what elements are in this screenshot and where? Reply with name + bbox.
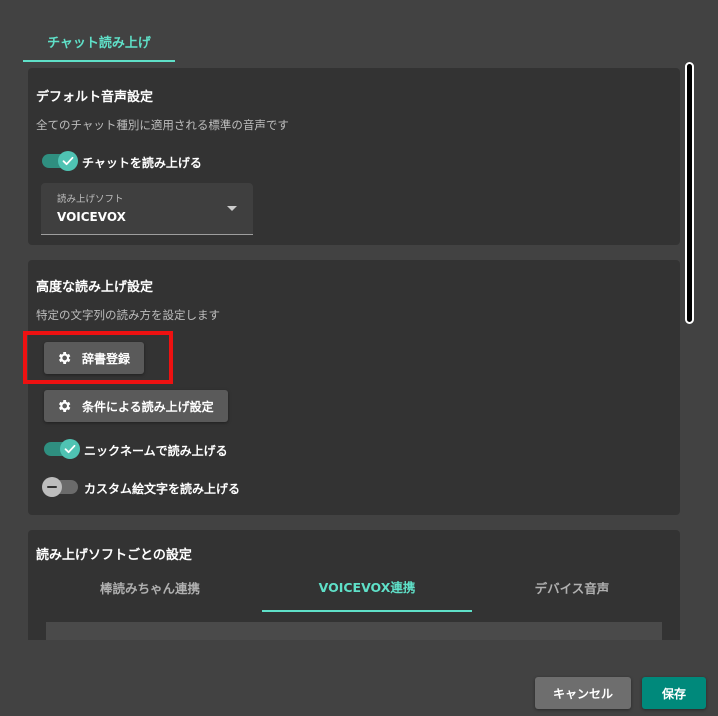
read-chat-toggle[interactable]	[40, 149, 80, 173]
per-software-title: 読み上げソフトごとの設定	[36, 548, 192, 563]
scrollbar-thumb[interactable]	[685, 62, 694, 324]
gear-icon	[56, 398, 72, 414]
voicevox-panel	[46, 622, 662, 640]
tab-voicevox[interactable]: VOICEVOX連携	[262, 562, 472, 612]
custom-emoji-toggle[interactable]	[42, 475, 82, 499]
condition-reading-button[interactable]: 条件による読み上げ設定	[44, 390, 228, 422]
advanced-reading-card: 高度な読み上げ設定 特定の文字列の読み方を設定します 辞書登録 条件による読み上…	[28, 260, 680, 515]
default-voice-description: 全てのチャット種別に適用される標準の音声です	[36, 118, 289, 132]
scrollbar[interactable]	[683, 62, 697, 640]
custom-emoji-label: カスタム絵文字を読み上げる	[84, 482, 241, 496]
chevron-down-icon	[227, 206, 237, 211]
condition-button-label: 条件による読み上げ設定	[82, 399, 214, 414]
read-chat-label: チャットを読み上げる	[82, 156, 202, 170]
advanced-title: 高度な読み上げ設定	[36, 280, 154, 295]
check-icon	[58, 151, 78, 171]
software-select[interactable]: 読み上げソフト VOICEVOX	[41, 183, 253, 235]
tab-device-voice[interactable]: デバイス音声	[467, 562, 677, 612]
highlight-box	[23, 331, 173, 384]
tab-chat-reading[interactable]: チャット読み上げ	[23, 22, 175, 62]
software-select-label: 読み上げソフト	[57, 194, 124, 205]
save-button[interactable]: 保存	[642, 677, 706, 709]
advanced-description: 特定の文字列の読み方を設定します	[36, 308, 220, 322]
default-voice-card: デフォルト音声設定 全てのチャット種別に適用される標準の音声です チャットを読み…	[28, 68, 680, 245]
top-tab-bar: チャット読み上げ	[0, 0, 718, 64]
nickname-label: ニックネームで読み上げる	[84, 444, 228, 458]
settings-scroll-area[interactable]: デフォルト音声設定 全てのチャット種別に適用される標準の音声です チャットを読み…	[23, 64, 683, 640]
cancel-button[interactable]: キャンセル	[535, 677, 631, 709]
check-icon	[60, 439, 80, 459]
tab-bouyomi[interactable]: 棒読みちゃん連携	[45, 562, 255, 612]
nickname-toggle[interactable]	[42, 437, 82, 461]
software-select-value: VOICEVOX	[57, 210, 126, 224]
default-voice-title: デフォルト音声設定	[36, 90, 154, 105]
minus-icon	[42, 477, 62, 497]
